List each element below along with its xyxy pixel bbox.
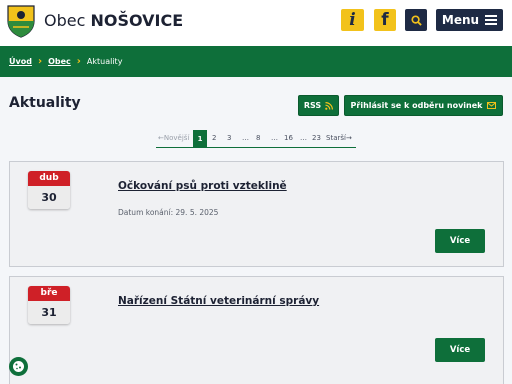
pagination-page-current[interactable]: 1 — [193, 130, 207, 148]
rss-button[interactable]: RSS — [298, 95, 339, 116]
pagination-page[interactable]: 23 — [312, 134, 321, 142]
breadcrumb-current: Aktuality — [86, 57, 123, 66]
cookie-settings-button[interactable] — [9, 357, 28, 376]
breadcrumb: Úvod › Obec › Aktuality — [0, 46, 512, 77]
coat-of-arms-icon[interactable] — [7, 5, 35, 38]
pagination-ellipsis: … — [271, 134, 278, 142]
site-header: Obec NOŠOVICE i f Menu — [0, 0, 512, 46]
date-month: dub — [28, 171, 70, 186]
facebook-button[interactable]: f — [374, 9, 396, 31]
rss-icon — [325, 101, 334, 110]
pagination-page[interactable]: 8 — [256, 134, 260, 142]
article-event-date: Datum konání: 29. 5. 2025 — [118, 208, 219, 217]
article-card: bře 31 Nařízení Státní veterinární správ… — [9, 276, 504, 384]
subscribe-button[interactable]: Přihlásit se k odběru novinek — [344, 95, 503, 116]
breadcrumb-obec-link[interactable]: Obec — [48, 57, 71, 66]
pagination-next[interactable]: Starší→ — [326, 134, 352, 142]
breadcrumb-home-link[interactable]: Úvod — [9, 57, 32, 66]
pagination: ←Novější 1 2 3 … 8 … 16 … 23 Starší→ — [156, 130, 356, 148]
chevron-right-icon: › — [37, 55, 43, 67]
rss-label: RSS — [303, 101, 322, 110]
page-title: Aktuality — [9, 95, 81, 111]
more-button[interactable]: Více — [435, 229, 485, 253]
menu-button[interactable]: Menu — [436, 9, 503, 31]
cookie-icon — [13, 361, 24, 372]
facebook-icon: f — [381, 10, 389, 30]
search-button[interactable] — [405, 9, 427, 31]
pagination-ellipsis: … — [300, 134, 307, 142]
pagination-page[interactable]: 3 — [227, 134, 231, 142]
hamburger-icon — [485, 15, 498, 25]
search-icon — [410, 14, 422, 26]
site-title-prefix: Obec — [44, 11, 86, 30]
more-button[interactable]: Více — [435, 338, 485, 362]
date-day: 31 — [28, 301, 70, 324]
date-day: 30 — [28, 186, 70, 209]
article-title-link[interactable]: Nařízení Státní veterinární správy — [118, 295, 319, 307]
info-button[interactable]: i — [341, 9, 364, 31]
pagination-prev: ←Novější — [158, 134, 190, 142]
info-icon: i — [349, 10, 356, 30]
pagination-ellipsis: … — [242, 134, 249, 142]
envelope-icon — [487, 102, 497, 109]
pagination-page[interactable]: 2 — [212, 134, 216, 142]
date-badge: bře 31 — [28, 286, 70, 324]
subscribe-label: Přihlásit se k odběru novinek — [350, 101, 483, 110]
article-title-link[interactable]: Očkování psů proti vzteklině — [118, 180, 287, 192]
site-title-name: NOŠOVICE — [90, 11, 184, 30]
chevron-right-icon: › — [76, 55, 81, 67]
site-title[interactable]: Obec NOŠOVICE — [44, 11, 183, 30]
menu-label: Menu — [441, 13, 480, 27]
date-badge: dub 30 — [28, 171, 70, 209]
date-month: bře — [28, 286, 70, 301]
pagination-page[interactable]: 16 — [284, 134, 293, 142]
article-card: dub 30 Očkování psů proti vzteklině Datu… — [9, 161, 504, 267]
